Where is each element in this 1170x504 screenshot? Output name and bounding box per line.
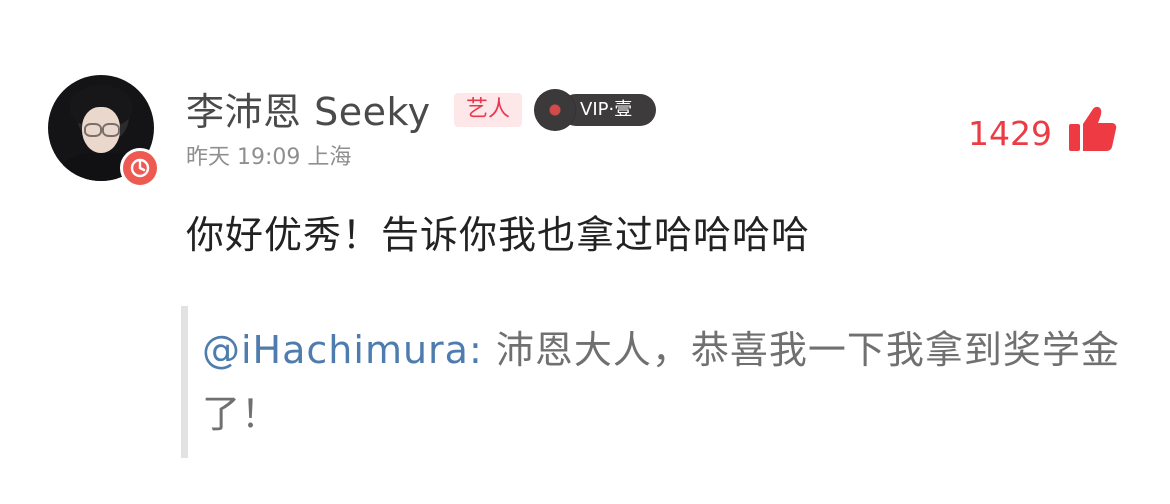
username[interactable]: 李沛恩 Seeky [186,86,431,138]
vip-badge[interactable]: VIP·壹 [534,89,658,131]
mention-link[interactable]: @iHachimura: [202,328,483,372]
vinyl-disc-icon [534,89,576,131]
thumbs-up-icon[interactable] [1066,104,1118,154]
music-note-icon [120,148,160,188]
avatar-container[interactable] [48,75,160,188]
comment-meta: 昨天 19:09 上海 [186,143,351,173]
comment-time: 昨天 19:09 [186,145,301,170]
artist-tag: 艺人 [454,93,522,127]
avatar-glasses-right [102,123,120,137]
avatar-glasses-left [84,123,102,137]
comment-location: 上海 [307,145,352,170]
quote-divider [181,306,188,458]
like-count: 1429 [968,114,1052,153]
quoted-comment[interactable]: @iHachimura: 沛恩大人，恭喜我一下我拿到奖学金了！ [202,318,1142,446]
comment-text: 你好优秀！告诉你我也拿过哈哈哈哈 [186,213,811,257]
